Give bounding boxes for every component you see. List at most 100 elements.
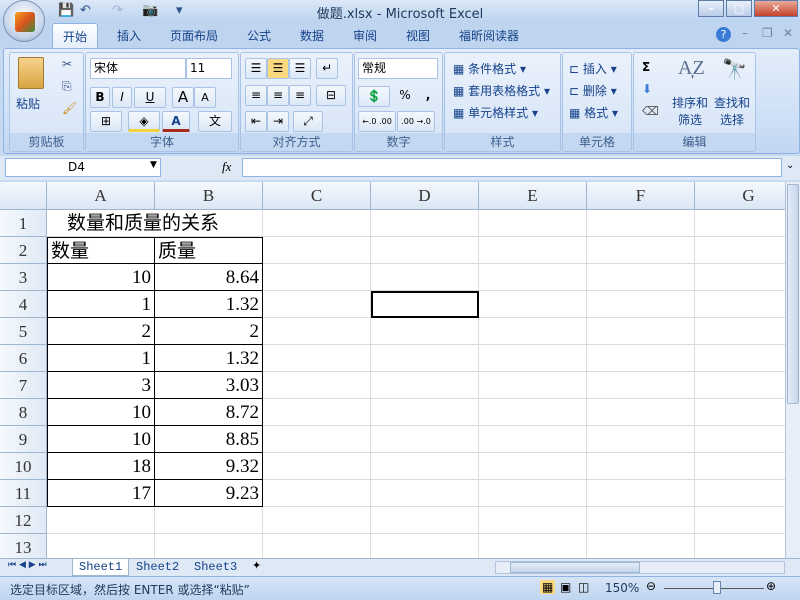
- orientation-button[interactable]: ⤢: [293, 111, 323, 132]
- office-button[interactable]: [3, 0, 45, 42]
- cell[interactable]: [587, 345, 695, 372]
- cell[interactable]: [479, 291, 587, 318]
- comma-button[interactable]: ,: [419, 86, 437, 107]
- ribbon-restore-icon[interactable]: ❐: [762, 26, 773, 40]
- ribbon-minimize-icon[interactable]: –: [742, 26, 748, 40]
- delete-cells-button[interactable]: ⊏ 删除 ▾: [569, 82, 617, 99]
- increase-decimal-button[interactable]: ←.0 .00: [358, 111, 396, 132]
- cell[interactable]: [587, 237, 695, 264]
- column-header[interactable]: E: [479, 182, 587, 210]
- data-cell[interactable]: 10: [47, 399, 155, 426]
- cell[interactable]: [587, 399, 695, 426]
- cell[interactable]: [479, 426, 587, 453]
- cell[interactable]: [263, 291, 371, 318]
- maximize-button[interactable]: □: [726, 0, 752, 17]
- cell[interactable]: [587, 480, 695, 507]
- phonetic-button[interactable]: 文: [198, 111, 232, 132]
- align-top-button[interactable]: ☰: [245, 58, 267, 79]
- tab-page-layout[interactable]: 页面布局: [170, 27, 218, 44]
- percent-button[interactable]: %: [393, 86, 417, 107]
- cell[interactable]: [371, 426, 479, 453]
- wrap-text-button[interactable]: ↵: [316, 58, 338, 79]
- cell[interactable]: [263, 480, 371, 507]
- insert-cells-button[interactable]: ⊏ 插入 ▾: [569, 60, 617, 77]
- name-box[interactable]: D4: [5, 158, 161, 177]
- minimize-button[interactable]: –: [698, 0, 724, 17]
- column-header[interactable]: F: [587, 182, 695, 210]
- normal-view-icon[interactable]: ▦: [540, 580, 556, 594]
- row-header[interactable]: 10: [0, 453, 47, 480]
- header-cell[interactable]: 数量: [47, 237, 155, 264]
- select-all-button[interactable]: [0, 182, 47, 210]
- cell[interactable]: [263, 534, 371, 558]
- row-header[interactable]: 11: [0, 480, 47, 507]
- cell[interactable]: [695, 372, 785, 399]
- cell[interactable]: [371, 210, 479, 237]
- data-cell[interactable]: 17: [47, 480, 155, 507]
- data-cell[interactable]: 9.23: [155, 480, 263, 507]
- cell[interactable]: [479, 237, 587, 264]
- data-cell[interactable]: 8.72: [155, 399, 263, 426]
- row-header[interactable]: 13: [0, 534, 47, 558]
- cell[interactable]: [587, 372, 695, 399]
- cell[interactable]: [263, 345, 371, 372]
- data-cell[interactable]: 3.03: [155, 372, 263, 399]
- cell[interactable]: [47, 507, 155, 534]
- data-cell[interactable]: 1.32: [155, 291, 263, 318]
- bold-button[interactable]: B: [90, 87, 110, 108]
- format-painter-icon[interactable]: 🖌: [62, 101, 77, 115]
- cell[interactable]: [587, 291, 695, 318]
- cell[interactable]: [695, 480, 785, 507]
- format-as-table-button[interactable]: ▦ 套用表格格式 ▾: [453, 82, 550, 99]
- data-cell[interactable]: 1: [47, 291, 155, 318]
- formula-input[interactable]: [242, 158, 782, 177]
- autosum-button[interactable]: Σ: [642, 60, 650, 74]
- worksheet-grid[interactable]: A B C D E F G 1 数量和质量的关系 2 数量 质量 3 10 8.64 4 1 1.3…: [0, 182, 785, 558]
- cell[interactable]: [479, 534, 587, 558]
- row-header[interactable]: 9: [0, 426, 47, 453]
- zoom-level[interactable]: 150%: [605, 581, 639, 595]
- data-cell[interactable]: 2: [155, 318, 263, 345]
- data-cell[interactable]: 18: [47, 453, 155, 480]
- tab-review[interactable]: 审阅: [353, 27, 377, 44]
- cell[interactable]: [695, 210, 785, 237]
- tab-foxit-reader[interactable]: 福昕阅读器: [459, 27, 519, 44]
- cell[interactable]: [587, 426, 695, 453]
- merge-center-button[interactable]: ⊟: [316, 85, 346, 106]
- cell[interactable]: [371, 318, 479, 345]
- number-format-select[interactable]: 常规: [358, 58, 438, 79]
- row-header[interactable]: 12: [0, 507, 47, 534]
- decrease-indent-button[interactable]: ⇤: [245, 111, 267, 132]
- cell[interactable]: [695, 291, 785, 318]
- cell[interactable]: [695, 453, 785, 480]
- column-header[interactable]: D: [371, 182, 479, 210]
- fill-color-button[interactable]: ◈: [128, 111, 160, 132]
- data-cell[interactable]: 8.64: [155, 264, 263, 291]
- row-header[interactable]: 7: [0, 372, 47, 399]
- vertical-scroll-thumb[interactable]: [787, 184, 799, 404]
- tab-insert[interactable]: 插入: [117, 27, 141, 44]
- cell[interactable]: [479, 318, 587, 345]
- tab-formulas[interactable]: 公式: [247, 27, 271, 44]
- font-name-select[interactable]: 宋体: [90, 58, 186, 79]
- cell[interactable]: [587, 507, 695, 534]
- cell[interactable]: [479, 210, 587, 237]
- cell[interactable]: [695, 318, 785, 345]
- cell[interactable]: [371, 453, 479, 480]
- cell[interactable]: [371, 534, 479, 558]
- column-header[interactable]: G: [695, 182, 785, 210]
- sheet-tab-sheet1[interactable]: Sheet1: [72, 559, 130, 576]
- format-cells-button[interactable]: ▦ 格式 ▾: [569, 104, 618, 121]
- zoom-slider-thumb[interactable]: [713, 581, 721, 594]
- font-color-button[interactable]: A: [162, 111, 190, 132]
- cell[interactable]: [695, 237, 785, 264]
- cell[interactable]: [263, 507, 371, 534]
- help-icon[interactable]: ?: [716, 27, 731, 42]
- cell[interactable]: [587, 264, 695, 291]
- cell[interactable]: [587, 453, 695, 480]
- cell[interactable]: [479, 399, 587, 426]
- header-cell[interactable]: 质量: [155, 237, 263, 264]
- cell[interactable]: [263, 399, 371, 426]
- cell[interactable]: [695, 534, 785, 558]
- zoom-out-icon[interactable]: ⊖: [646, 579, 656, 593]
